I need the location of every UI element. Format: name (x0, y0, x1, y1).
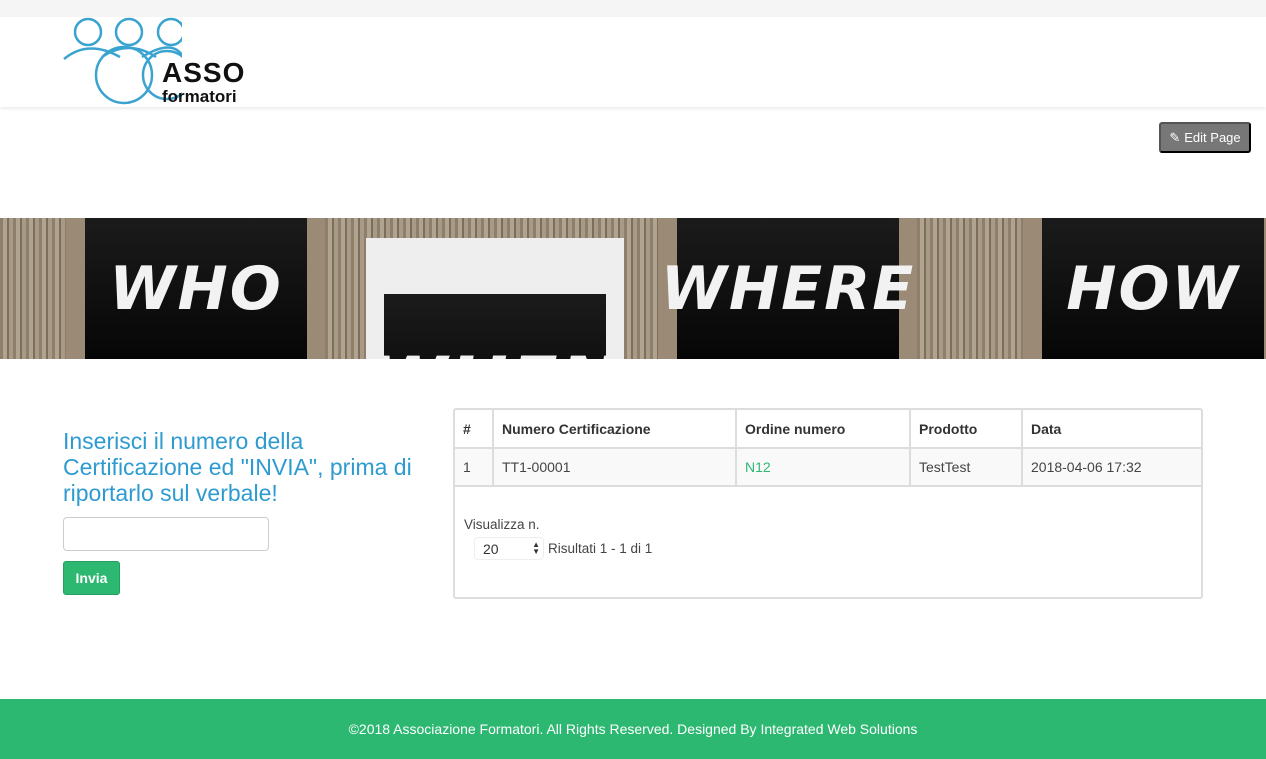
banner-who: WHO (85, 218, 307, 359)
banner-where: WHERE (661, 218, 913, 359)
page-size-label: Visualizza n. (464, 517, 540, 532)
site-header: ASSO formatori (0, 17, 1266, 107)
order-link[interactable]: N12 (735, 447, 911, 487)
cell-index: 1 (455, 447, 494, 487)
logo[interactable]: ASSO formatori (62, 17, 252, 107)
form-title: Inserisci il numero della Certificazione… (63, 428, 412, 506)
cell-date: 2018-04-06 17:32 (1021, 447, 1201, 487)
banner-when: WHEN (384, 294, 606, 359)
cell-product: TestTest (909, 447, 1023, 487)
results-panel: # Numero Certificazione Ordine numero Pr… (453, 408, 1203, 599)
edit-page-label: Edit Page (1184, 130, 1241, 145)
table-header-row: # Numero Certificazione Ordine numero Pr… (455, 410, 1201, 449)
cell-certification: TT1-00001 (492, 447, 737, 487)
col-date[interactable]: Data (1021, 410, 1201, 449)
footer-text: ©2018 Associazione Formatori. All Rights… (348, 721, 918, 737)
edit-icon: ✎ (1169, 129, 1181, 145)
col-product[interactable]: Prodotto (909, 410, 1023, 449)
footer: ©2018 Associazione Formatori. All Rights… (0, 699, 1266, 759)
results-table: # Numero Certificazione Ordine numero Pr… (455, 410, 1201, 487)
certification-number-input[interactable] (63, 517, 269, 551)
col-order[interactable]: Ordine numero (735, 410, 911, 449)
banner-image: WHO WHEN WHERE HOW (0, 218, 1266, 359)
results-count: Risultati 1 - 1 di 1 (548, 541, 653, 556)
edit-page-button[interactable]: ✎ Edit Page (1159, 122, 1251, 153)
col-index[interactable]: # (455, 410, 494, 449)
top-strip (0, 0, 1266, 17)
banner-how: HOW (1042, 218, 1264, 359)
logo-formatori: formatori (162, 87, 237, 106)
page-size-value: 20 (483, 541, 499, 557)
logo-asso: ASSO (162, 57, 246, 88)
select-arrows-icon: ▲ ▼ (532, 540, 540, 556)
submit-button[interactable]: Invia (63, 561, 120, 595)
page-size-select[interactable]: 20 ▲ ▼ (474, 537, 544, 560)
table-row: 1 TT1-00001 N12 TestTest 2018-04-06 17:3… (455, 447, 1201, 487)
col-certification[interactable]: Numero Certificazione (492, 410, 737, 449)
